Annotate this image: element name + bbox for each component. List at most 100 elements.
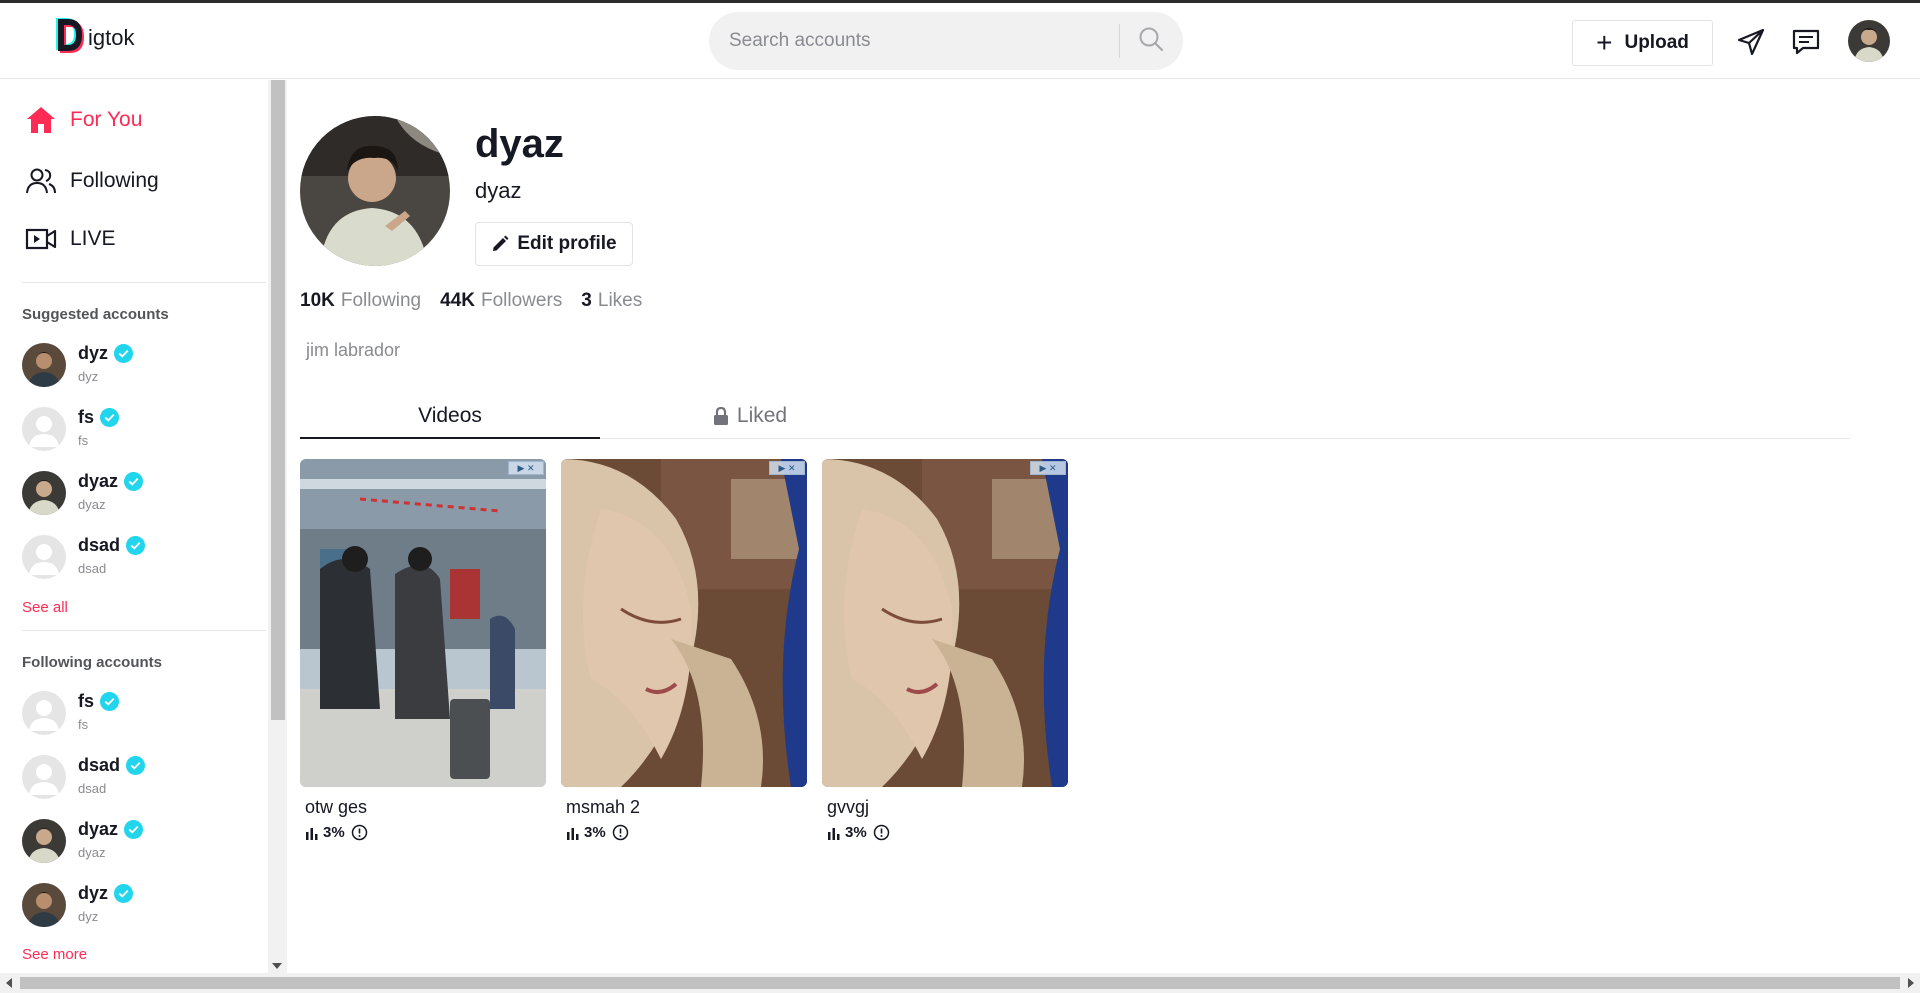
ad-badge-icon[interactable]: ▶ ✕ <box>1030 461 1066 475</box>
account-username: dsad <box>78 534 121 555</box>
avatar <box>22 343 66 387</box>
info-icon[interactable] <box>612 824 629 841</box>
app-logo[interactable]: igtok <box>52 15 134 55</box>
video-title: msmah 2 <box>566 797 641 817</box>
search-divider <box>1119 24 1120 58</box>
following-account[interactable]: fs fs <box>22 690 120 735</box>
account-username: dyaz <box>78 818 119 839</box>
video-card[interactable]: ▶ ✕ msmah 2 3% <box>561 459 807 841</box>
video-title: gvvgj <box>827 797 870 817</box>
sidebar-item-for-you[interactable]: For You <box>24 103 142 137</box>
scrollbar-thumb[interactable] <box>271 80 285 720</box>
verified-badge-icon <box>114 343 134 363</box>
sidebar-divider <box>22 630 266 631</box>
account-nickname: dyz <box>78 369 99 384</box>
account-nickname: dsad <box>78 561 107 576</box>
followers-stat[interactable]: 44K Followers <box>440 290 562 312</box>
sidebar-scrollbar[interactable] <box>268 80 287 973</box>
verified-badge-icon <box>114 883 134 903</box>
profile-tabs: Videos Liked <box>300 393 1850 439</box>
logo-text: igtok <box>88 25 135 50</box>
stat-value: 44K <box>440 290 475 311</box>
sidebar: For You Following LIVE Suggested account… <box>0 80 268 973</box>
video-views: 3% <box>323 824 345 841</box>
users-icon <box>24 164 58 198</box>
home-icon <box>24 103 58 137</box>
search-icon <box>1138 26 1164 57</box>
bar-chart-icon <box>306 827 318 840</box>
suggested-accounts-heading: Suggested accounts <box>22 306 169 323</box>
verified-badge-icon <box>126 755 146 775</box>
see-all-link[interactable]: See all <box>22 599 68 616</box>
account-username: dyz <box>78 882 109 903</box>
logo-mark-icon <box>52 15 86 55</box>
ad-badge-icon[interactable]: ▶ ✕ <box>508 461 544 475</box>
tab-label: Liked <box>736 403 788 427</box>
tab-videos[interactable]: Videos <box>300 393 600 438</box>
account-nickname: fs <box>78 433 89 448</box>
avatar <box>22 755 66 799</box>
profile-username: dyaz <box>475 122 564 166</box>
avatar <box>22 471 66 515</box>
avatar <box>22 535 66 579</box>
ad-badge-icon[interactable]: ▶ ✕ <box>769 461 805 475</box>
video-thumbnail[interactable]: ▶ ✕ <box>822 459 1068 787</box>
video-thumbnail[interactable]: ▶ ✕ <box>300 459 546 787</box>
following-account[interactable]: dsad dsad <box>22 754 146 799</box>
following-stat[interactable]: 10K Following <box>300 290 421 312</box>
account-nickname: fs <box>78 717 89 732</box>
video-title: otw ges <box>305 797 368 817</box>
upload-button[interactable]: + Upload <box>1572 20 1713 66</box>
verified-badge-icon <box>100 407 120 427</box>
profile-nickname: dyaz <box>475 178 522 203</box>
edit-profile-button[interactable]: Edit profile <box>475 222 633 266</box>
pencil-icon <box>493 235 509 251</box>
top-header: igtok + Upload <box>0 3 1920 79</box>
info-icon[interactable] <box>351 824 368 841</box>
active-tab-indicator <box>300 437 600 439</box>
following-account[interactable]: dyaz dyaz <box>22 818 144 863</box>
lock-icon <box>713 406 728 425</box>
video-views: 3% <box>584 824 606 841</box>
suggested-account[interactable]: dyaz dyaz <box>22 470 144 515</box>
profile-stats: 10K Following 44K Followers 3 Likes <box>300 290 661 312</box>
suggested-account[interactable]: dyz dyz <box>22 342 134 387</box>
avatar <box>22 407 66 451</box>
profile-avatar <box>300 116 450 266</box>
scroll-right-arrow-icon[interactable] <box>1908 978 1914 988</box>
verified-badge-icon <box>100 691 120 711</box>
plus-icon: + <box>1596 27 1613 58</box>
inbox-icon[interactable] <box>1789 25 1823 59</box>
video-card[interactable]: ▶ ✕ gvvgj 3% <box>822 459 1068 841</box>
video-thumbnail[interactable]: ▶ ✕ <box>561 459 807 787</box>
search-input[interactable] <box>709 30 1109 52</box>
suggested-account[interactable]: dsad dsad <box>22 534 146 579</box>
search-button[interactable] <box>1133 24 1169 58</box>
avatar[interactable] <box>1848 20 1890 62</box>
account-nickname: dyaz <box>78 497 106 512</box>
info-icon[interactable] <box>873 824 890 841</box>
scroll-left-arrow-icon[interactable] <box>6 978 12 988</box>
scroll-down-arrow-icon[interactable] <box>272 963 282 969</box>
sidebar-item-following[interactable]: Following <box>24 164 159 198</box>
tab-liked[interactable]: Liked <box>600 393 900 438</box>
account-username: fs <box>78 406 95 427</box>
stat-label: Following <box>340 290 422 311</box>
account-username: fs <box>78 690 95 711</box>
bar-chart-icon <box>567 827 579 840</box>
horizontal-scrollbar[interactable] <box>0 973 1920 993</box>
suggested-account[interactable]: fs fs <box>22 406 120 451</box>
account-username: dyaz <box>78 470 119 491</box>
send-icon[interactable] <box>1734 25 1768 59</box>
video-card[interactable]: ▶ ✕ otw ges 3% <box>300 459 546 841</box>
sidebar-item-live[interactable]: LIVE <box>24 222 116 256</box>
see-more-link[interactable]: See more <box>22 946 87 963</box>
following-account[interactable]: dyz dyz <box>22 882 134 927</box>
likes-stat: 3 Likes <box>581 290 642 312</box>
bar-chart-icon <box>828 827 840 840</box>
verified-badge-icon <box>126 535 146 555</box>
sidebar-divider <box>22 282 266 283</box>
stat-value: 3 <box>581 290 592 311</box>
scrollbar-thumb[interactable] <box>20 977 1900 989</box>
tab-label: Videos <box>418 403 482 427</box>
